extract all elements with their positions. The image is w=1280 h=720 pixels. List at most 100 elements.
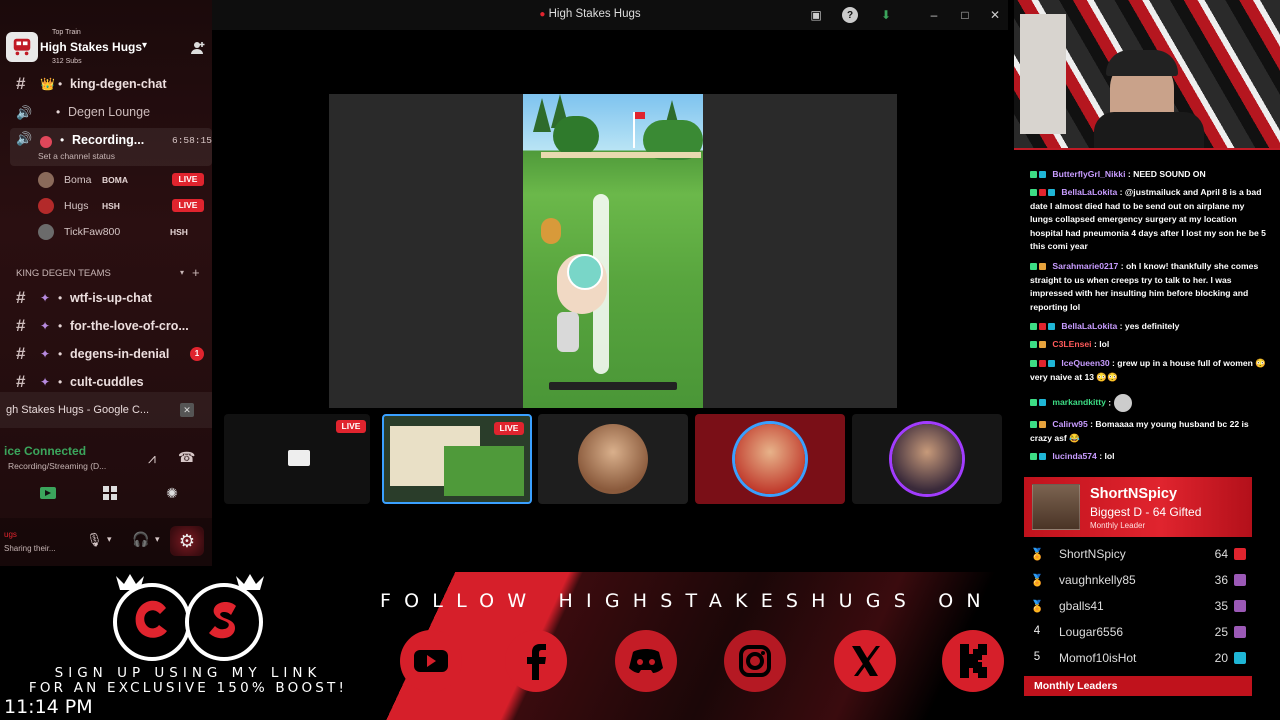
- avatar: [38, 224, 54, 240]
- member-name: Hugs: [64, 200, 89, 212]
- promo-line-2: FOR AN EXCLUSIVE 150% BOOST!: [28, 680, 348, 696]
- voice-connection-panel: ice Connected Recording/Streaming (D... …: [0, 436, 212, 516]
- chat-text: NEED SOUND ON: [1133, 169, 1206, 179]
- maximize-icon[interactable]: □: [957, 7, 973, 23]
- activity-row[interactable]: gh Stakes Hugs - Google C... ✕: [0, 392, 212, 428]
- screen-share-icon: [40, 487, 56, 499]
- minimize-icon[interactable]: –: [926, 7, 942, 23]
- voice-status-subtitle[interactable]: Recording/Streaming (D...: [8, 461, 106, 471]
- window-titlebar: ● High Stakes Hugs ▣ ? ⬇ – □ ✕: [212, 0, 1008, 30]
- chevron-down-icon[interactable]: ▾: [180, 268, 184, 277]
- voice-member-hugs[interactable]: Hugs HSH LIVE: [0, 194, 212, 218]
- live-badge: LIVE: [494, 422, 524, 435]
- sparkle-icon: ✦: [40, 319, 51, 333]
- channel-wtf-is-up-chat[interactable]: # ✦ • wtf-is-up-chat: [0, 285, 212, 311]
- badge-icon: [1039, 341, 1046, 348]
- voice-channel-recording[interactable]: 🔊 • Recording... 6:58:15 Set a channel s…: [10, 128, 212, 166]
- chat-message: IceQueen30 : grew up in a house full of …: [1030, 358, 1266, 382]
- stream-tile-screen[interactable]: LIVE: [224, 414, 370, 504]
- download-icon[interactable]: ⬇: [878, 7, 894, 23]
- avatar: [578, 424, 648, 494]
- channel-for-the-love-of-cro[interactable]: # ✦ • for-the-love-of-cro...: [0, 313, 212, 339]
- video-button[interactable]: [30, 482, 66, 504]
- member-tag: BOMA: [102, 175, 128, 185]
- chat-text: lol: [1104, 451, 1115, 461]
- gift-count: 35: [1214, 599, 1228, 613]
- close-icon[interactable]: ✕: [180, 403, 194, 417]
- discord-icon: [613, 628, 679, 694]
- channel-label: king-degen-chat: [70, 77, 167, 91]
- category-header[interactable]: KING DEGEN TEAMS: [16, 268, 111, 279]
- soundboard-icon: ✺: [166, 484, 178, 501]
- channel-label: wtf-is-up-chat: [70, 291, 152, 305]
- focused-stream[interactable]: [329, 94, 897, 408]
- channel-king-degen-chat[interactable]: # 👑 • king-degen-chat: [0, 71, 212, 97]
- gift-count: 36: [1214, 573, 1228, 587]
- leader-entry-name: Momof10isHot: [1059, 651, 1137, 665]
- chat-message: BellaLaLokita : @justmailuck and April 8…: [1030, 187, 1266, 251]
- streamer-shirt: [1094, 112, 1204, 148]
- recording-label: Recording...: [72, 133, 145, 147]
- settings-button[interactable]: ⚙: [170, 526, 204, 556]
- unread-badge: 1: [190, 347, 204, 361]
- hash-icon: #: [16, 316, 26, 335]
- webcam-feed: [1014, 0, 1280, 150]
- voice-member-tickfaw[interactable]: TickFaw800 HSH: [0, 220, 212, 244]
- avatar: [38, 198, 54, 214]
- chevron-down-icon[interactable]: ▾: [107, 534, 112, 545]
- channel-label: cult-cuddles: [70, 375, 144, 389]
- leader-entry-name: Lougar6556: [1059, 625, 1124, 639]
- chat-message: markandkitty :: [1030, 394, 1266, 412]
- headphones-icon[interactable]: 🎧: [132, 531, 149, 548]
- help-icon[interactable]: ?: [842, 7, 858, 23]
- close-icon[interactable]: ✕: [987, 7, 1003, 23]
- chat-username[interactable]: Calirw95: [1052, 419, 1087, 429]
- badge-icon: [1030, 360, 1037, 367]
- leader-period: Monthly Leader: [1090, 521, 1146, 530]
- add-channel-icon[interactable]: +: [192, 265, 200, 280]
- gift-icon: [1234, 574, 1246, 586]
- server-name[interactable]: High Stakes Hugs: [40, 40, 142, 54]
- stream-tile-avatar-1[interactable]: [538, 414, 688, 504]
- golfer-legs: [557, 312, 579, 352]
- channel-degen-lounge[interactable]: 🔊 • Degen Lounge: [0, 99, 212, 125]
- chat-username[interactable]: Sarahmarie0217: [1052, 261, 1118, 271]
- chat-text: lol: [1099, 339, 1110, 349]
- leader-entry-name: gballs41: [1059, 599, 1104, 613]
- chat-username[interactable]: BellaLaLokita: [1061, 187, 1117, 197]
- stream-tile-avatar-2[interactable]: [695, 414, 845, 504]
- sparkle-icon: ✦: [40, 375, 51, 389]
- channel-label: for-the-love-of-cro...: [70, 319, 189, 333]
- noise-suppression-icon[interactable]: ⩘: [148, 450, 156, 467]
- chat-username[interactable]: markandkitty: [1052, 397, 1106, 407]
- chat-username[interactable]: C3LEnsei: [1052, 339, 1091, 349]
- speaker-icon: 🔊: [16, 105, 33, 120]
- separator-dot: •: [58, 77, 63, 91]
- chevron-down-icon[interactable]: ▾: [142, 40, 147, 51]
- voice-member-boma[interactable]: Boma BOMA LIVE: [0, 168, 212, 192]
- disconnect-icon[interactable]: ☎: [178, 449, 195, 466]
- chat-username[interactable]: IceQueen30: [1061, 358, 1109, 368]
- chat-username[interactable]: BellaLaLokita: [1061, 321, 1117, 331]
- golfer-hat: [567, 254, 603, 290]
- inbox-icon[interactable]: ▣: [808, 7, 824, 23]
- stream-tile-game[interactable]: LIVE: [382, 414, 532, 504]
- badge-icon: [1039, 453, 1046, 460]
- chat-username[interactable]: ButterflyGrl_Nikki: [1052, 169, 1125, 179]
- server-header[interactable]: Top Train High Stakes Hugs 312 Subs ▾: [0, 26, 212, 70]
- chat-message: Calirw95 : Bomaaaa my young husband bc 2…: [1030, 419, 1249, 443]
- separator-dot: •: [60, 133, 65, 147]
- chat-username[interactable]: lucinda574: [1052, 451, 1096, 461]
- gift-count: 25: [1214, 625, 1228, 639]
- chevron-down-icon[interactable]: ▾: [155, 534, 160, 545]
- channel-degens-in-denial[interactable]: # ✦ • degens-in-denial 1: [0, 341, 212, 367]
- user-name[interactable]: ugs: [4, 530, 17, 539]
- add-member-icon[interactable]: [190, 40, 206, 56]
- microphone-icon[interactable]: 🎙: [86, 532, 103, 548]
- soundboard-button[interactable]: ✺: [154, 482, 190, 504]
- activities-button[interactable]: [92, 482, 128, 504]
- channel-status-prompt[interactable]: Set a channel status: [38, 151, 115, 161]
- power-meter: [549, 382, 677, 390]
- chat-panel: ButterflyGrl_Nikki : NEED SOUND ON Bella…: [1024, 150, 1280, 472]
- stream-tile-avatar-3[interactable]: [852, 414, 1002, 504]
